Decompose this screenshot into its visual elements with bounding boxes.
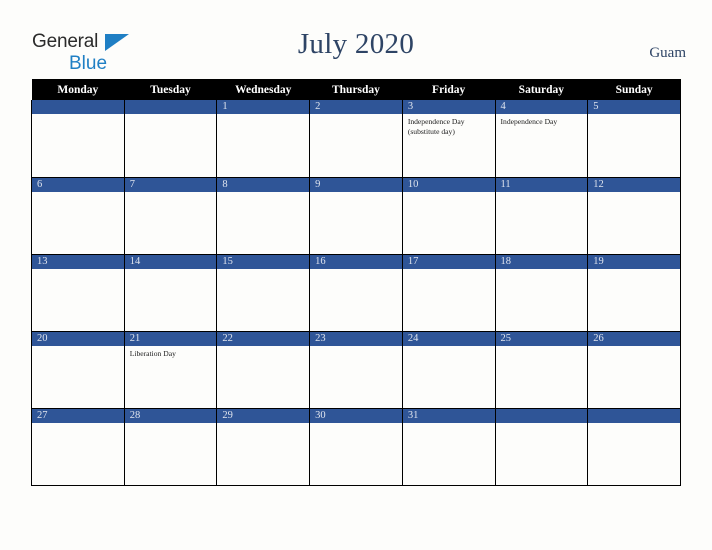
holiday-label: Independence Day — [500, 117, 558, 126]
day-number: 14 — [124, 254, 217, 269]
day-number: 4 — [495, 100, 588, 114]
holiday-label: Independence Day (substitute day) — [407, 117, 465, 136]
day-number: 30 — [310, 408, 402, 423]
day-number: 25 — [495, 331, 588, 346]
calendar-day-cell[interactable]: 12 — [587, 177, 681, 255]
calendar-day-cell[interactable]: 14 — [123, 254, 218, 332]
calendar-day-cell[interactable]: 21 Liberation Day — [123, 331, 218, 409]
calendar-empty-cell[interactable] — [587, 408, 681, 486]
day-number — [495, 408, 588, 423]
calendar-head: Monday Tuesday Wednesday Thursday Friday Satu… — [31, 79, 681, 100]
day-number: 13 — [32, 254, 124, 269]
day-number: 29 — [217, 408, 310, 423]
day-number: 16 — [310, 254, 402, 269]
day-number: 21 — [124, 331, 217, 346]
day-number: 12 — [588, 177, 680, 192]
day-number: 11 — [495, 177, 588, 192]
calendar-day-cell[interactable]: 23 — [309, 331, 403, 409]
holiday-label: Liberation Day — [129, 348, 176, 358]
page-title: July 2020 — [297, 28, 415, 60]
calendar-day-cell[interactable]: 5 — [587, 100, 681, 178]
day-number: 8 — [217, 177, 310, 192]
calendar-day-cell[interactable]: 16 — [309, 254, 403, 332]
day-number: 22 — [217, 331, 310, 346]
calendar-day-cell[interactable]: 15 — [216, 254, 311, 332]
calendar-day-cell[interactable]: 10 — [401, 177, 496, 255]
day-number: 5 — [588, 100, 680, 114]
day-number: 31 — [402, 408, 495, 423]
calendar-day-cell[interactable]: 20 — [31, 331, 125, 409]
calendar-day-cell[interactable]: 24 — [401, 331, 496, 409]
calendar-day-cell[interactable]: 11 — [494, 177, 589, 255]
calendar-week-row: 13 14 15 16 17 18 19 — [31, 254, 681, 332]
calendar-day-cell[interactable]: 26 — [587, 331, 681, 409]
day-number: 1 — [217, 100, 310, 114]
calendar-day-cell[interactable]: 19 — [587, 254, 681, 332]
day-number: 7 — [124, 177, 217, 192]
calendar-day-cell[interactable]: 25 — [494, 331, 589, 409]
day-number: 20 — [32, 331, 124, 346]
calendar-empty-cell[interactable] — [494, 408, 589, 486]
calendar-day-cell[interactable]: 6 — [31, 177, 125, 255]
weekday-header-friday: Friday — [402, 79, 496, 100]
weekday-header-thursday: Thursday — [309, 79, 403, 100]
calendar-table: Monday Tuesday Wednesday Thursday Friday Satu… — [31, 79, 681, 486]
calendar-day-cell[interactable]: 1 — [216, 100, 311, 178]
weekday-header-row: Monday Tuesday Wednesday Thursday Friday Satu… — [31, 79, 681, 100]
day-events: Independence Day — [496, 114, 588, 127]
calendar-day-cell[interactable]: 18 — [494, 254, 589, 332]
day-number: 18 — [495, 254, 588, 269]
country-label: Guam — [649, 45, 686, 61]
calendar-empty-cell[interactable] — [123, 100, 218, 178]
day-number: 28 — [124, 408, 217, 423]
weekday-header-saturday: Saturday — [495, 79, 588, 100]
weekday-header-wednesday: Wednesday — [216, 79, 310, 100]
calendar-empty-cell[interactable] — [31, 100, 125, 178]
calendar-day-cell[interactable]: 17 — [401, 254, 496, 332]
day-number: 24 — [402, 331, 495, 346]
calendar-day-cell[interactable]: 30 — [309, 408, 403, 486]
calendar-day-cell[interactable]: 28 — [123, 408, 218, 486]
day-number — [588, 408, 680, 423]
calendar-week-row: 6 7 8 9 10 11 12 — [31, 177, 681, 255]
weekday-header-tuesday: Tuesday — [124, 79, 217, 100]
calendar-page: General Blue July 2020 Guam Monday Tuesda… — [0, 0, 712, 550]
calendar-day-cell[interactable]: 3 Independence Day (substitute day) — [401, 100, 496, 178]
calendar-day-cell[interactable]: 13 — [31, 254, 125, 332]
weekday-header-monday: Monday — [31, 79, 125, 100]
day-number: 17 — [402, 254, 495, 269]
day-number — [124, 100, 217, 114]
calendar-day-cell[interactable]: 29 — [216, 408, 311, 486]
calendar-body: 1 2 3 Independence Day (substitute day) 4 Ind… — [31, 100, 681, 486]
day-events: Independence Day (substitute day) — [403, 114, 495, 136]
day-number: 27 — [32, 408, 124, 423]
calendar-week-row: 20 21 Liberation Day 22 23 24 25 26 — [31, 331, 681, 409]
day-number: 9 — [310, 177, 402, 192]
calendar-grid: Monday Tuesday Wednesday Thursday Friday Satu… — [31, 79, 681, 486]
day-number: 15 — [217, 254, 310, 269]
weekday-header-sunday: Sunday — [587, 79, 681, 100]
calendar-day-cell[interactable]: 31 — [401, 408, 496, 486]
day-number: 3 — [402, 100, 495, 114]
calendar-week-row: 1 2 3 Independence Day (substitute day) 4 Ind… — [31, 100, 681, 178]
calendar-day-cell[interactable]: 9 — [309, 177, 403, 255]
day-number: 2 — [310, 100, 402, 114]
calendar-week-row: 27 28 29 30 31 — [31, 408, 681, 486]
day-number — [32, 100, 124, 114]
day-number: 23 — [310, 331, 402, 346]
calendar-day-cell[interactable]: 27 — [31, 408, 125, 486]
day-number: 10 — [402, 177, 495, 192]
calendar-day-cell[interactable]: 7 — [123, 177, 218, 255]
day-events: Liberation Day — [125, 346, 217, 359]
calendar-day-cell[interactable]: 8 — [216, 177, 311, 255]
day-number: 19 — [588, 254, 680, 269]
calendar-day-cell[interactable]: 22 — [216, 331, 311, 409]
day-number: 6 — [32, 177, 124, 192]
calendar-day-cell[interactable]: 2 — [309, 100, 403, 178]
page-header: General Blue July 2020 Guam — [0, 0, 712, 78]
calendar-day-cell[interactable]: 4 Independence Day — [494, 100, 589, 178]
day-number: 26 — [588, 331, 680, 346]
